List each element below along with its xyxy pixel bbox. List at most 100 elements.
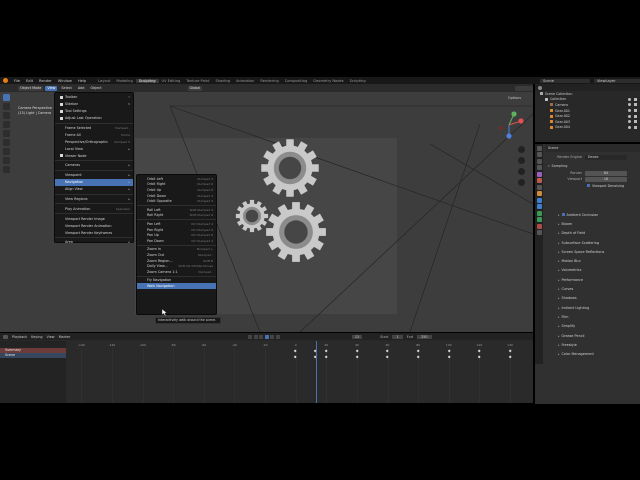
visibility-eye-icon[interactable] [628, 97, 631, 101]
panel-motion-blur[interactable]: ▸ Motion Blur [545, 256, 640, 265]
visibility-eye-icon[interactable] [628, 109, 631, 113]
scale-tool-icon[interactable] [3, 130, 10, 137]
options-button[interactable]: Options [508, 96, 521, 100]
tab-shading[interactable]: Shading [212, 79, 233, 83]
tab-uv-editing[interactable]: UV Editing [159, 79, 184, 83]
menu-help[interactable]: Help [75, 79, 89, 83]
viewport-denoising-checkbox[interactable] [587, 184, 590, 187]
keyframe[interactable] [508, 355, 512, 359]
panel-enable-checkbox[interactable] [561, 213, 565, 217]
keyframe[interactable] [508, 349, 512, 353]
panel-film[interactable]: ▸ Film [545, 312, 640, 321]
jump-end-icon[interactable] [275, 334, 280, 339]
tab-geometry-nodes[interactable]: Geometry Nodes [310, 79, 346, 83]
output-tab-icon[interactable] [536, 158, 542, 164]
view-menu-item-view-regions[interactable]: View Regions ▸ [55, 196, 133, 203]
panel-shadows[interactable]: ▸ Shadows [545, 294, 640, 303]
transform-orientation[interactable]: Global [187, 85, 203, 91]
visibility-eye-icon[interactable] [628, 120, 631, 124]
menu-timeline-view[interactable]: View [47, 335, 55, 339]
tab-compositing[interactable]: Compositing [282, 79, 311, 83]
panel-freestyle[interactable]: ▸ Freestyle [545, 340, 640, 349]
view-menu-item-tool-settings[interactable]: Tool Settings [55, 108, 133, 115]
keyframe[interactable] [355, 355, 359, 359]
checkbox-icon[interactable] [60, 102, 63, 106]
keyframe[interactable] [385, 349, 390, 353]
checkbox-icon[interactable] [60, 109, 63, 113]
transform-tool-icon[interactable] [3, 139, 10, 146]
menu-file[interactable]: File [11, 79, 23, 83]
outliner-filter-icon[interactable] [538, 85, 542, 90]
visibility-eye-icon[interactable] [628, 114, 631, 118]
physics-tab-icon[interactable] [536, 204, 542, 209]
tab-layout[interactable]: Layout [95, 79, 113, 83]
view-menu-item-toolbar[interactable]: Toolbar T [55, 94, 133, 101]
rotate-tool-icon[interactable] [3, 121, 10, 128]
editor-type-icon[interactable] [3, 334, 8, 339]
menu-view[interactable]: View [45, 85, 58, 91]
panel-depth-of-field[interactable]: ▸ Depth of Field [545, 229, 640, 238]
collection-tab-icon[interactable] [536, 184, 542, 190]
view-menu-item-adjust-last-operation[interactable]: Adjust Last Operation [55, 115, 133, 122]
panel-indirect-lighting[interactable]: ▸ Indirect Lighting [545, 303, 640, 312]
pan-hand-icon[interactable] [518, 157, 525, 164]
render-tab-icon[interactable] [536, 152, 542, 157]
view-menu-item-viewport-render-keyframes[interactable]: Viewport Render Keyframes [55, 229, 133, 236]
zoom-icon[interactable] [518, 146, 525, 153]
tab-sculpting[interactable]: Sculpting [135, 78, 159, 83]
visibility-eye-icon[interactable] [628, 103, 631, 107]
current-frame-field[interactable]: 13 [351, 334, 363, 339]
navigation-gizmo[interactable] [494, 108, 528, 142]
nav-menu-item-walk-navigation[interactable]: Walk Navigation [137, 283, 216, 289]
panel-curves[interactable]: ▸ Curves [545, 284, 640, 293]
viewport-samples-field[interactable]: 16 [585, 176, 627, 182]
track-scene[interactable]: Scene [0, 353, 66, 358]
panel-simplify[interactable]: ▸ Simplify [545, 322, 640, 331]
blender-logo-icon[interactable] [3, 78, 8, 83]
view-layer-tab-icon[interactable] [536, 165, 542, 170]
keyframe[interactable] [293, 349, 298, 353]
view-menu-item-frame-selected[interactable]: Frame Selected Numpad . [55, 125, 133, 132]
panel-screen-space-reflections[interactable]: ▸ Screen Space Reflections [545, 247, 640, 256]
add-cube-tool-icon[interactable] [3, 166, 10, 173]
view-menu-item-viewpoint[interactable]: Viewpoint ▸ [55, 172, 133, 179]
modifier-tab-icon[interactable] [536, 197, 542, 203]
render-camera-icon[interactable] [634, 120, 637, 124]
tab-rendering[interactable]: Rendering [257, 79, 281, 83]
panel-performance[interactable]: ▸ Performance [545, 275, 640, 284]
menu-add[interactable]: Add [76, 86, 87, 91]
keyframe[interactable] [355, 349, 359, 353]
end-frame-field[interactable]: 250 [417, 334, 432, 339]
outliner-row-gear-004[interactable]: Gear.004 [535, 125, 640, 131]
nav-menu-item-roll-right[interactable]: Roll Right Shift Numpad 6 [137, 213, 216, 219]
nav-menu-item-pan-down[interactable]: Pan Down Ctrl Numpad 2 [137, 238, 216, 244]
tab-texture-paint[interactable]: Texture Paint [183, 79, 212, 83]
nav-menu-item-orbit-opposite[interactable]: Orbit Opposite Numpad 9 [137, 198, 216, 204]
shading-buttons[interactable] [515, 85, 533, 91]
render-camera-icon[interactable] [634, 125, 637, 129]
render-engine-select[interactable]: Eevee [585, 154, 627, 160]
camera-view-icon[interactable] [518, 168, 525, 175]
panel-bloom[interactable]: ▸ Bloom [545, 219, 640, 228]
menu-marker[interactable]: Marker [59, 335, 71, 339]
view-menu-item-viewport-render-image[interactable]: Viewport Render Image [55, 215, 133, 222]
constraints-tab-icon[interactable] [536, 210, 542, 216]
keyframe[interactable] [477, 355, 482, 359]
view-menu-item-sidebar[interactable]: Sidebar N [55, 101, 133, 108]
tab-animation[interactable]: Animation [233, 79, 257, 83]
timeline-area[interactable]: -140 -120 -100 -80 -60 -40 -20 0 20 40 60 80 100 120 1… [66, 341, 533, 403]
render-camera-icon[interactable] [634, 97, 637, 101]
panel-color-management[interactable]: ▸ Color Management [545, 349, 640, 358]
mode-selector[interactable]: Object Mode [18, 85, 44, 91]
menu-playback[interactable]: Playback [12, 335, 27, 339]
annotate-tool-icon[interactable] [3, 148, 10, 155]
keyframe[interactable] [447, 355, 451, 359]
play-icon[interactable] [264, 334, 269, 339]
measure-tool-icon[interactable] [3, 157, 10, 164]
tab-scripting[interactable]: Scripting [347, 79, 369, 83]
panel-subsurface-scattering[interactable]: ▸ Subsurface Scattering [545, 238, 640, 247]
view-menu-item-navigation[interactable]: Navigation ▸ [55, 178, 133, 186]
visibility-eye-icon[interactable] [628, 125, 631, 129]
data-tab-icon[interactable] [536, 217, 542, 222]
menu-select[interactable]: Select [59, 86, 73, 91]
